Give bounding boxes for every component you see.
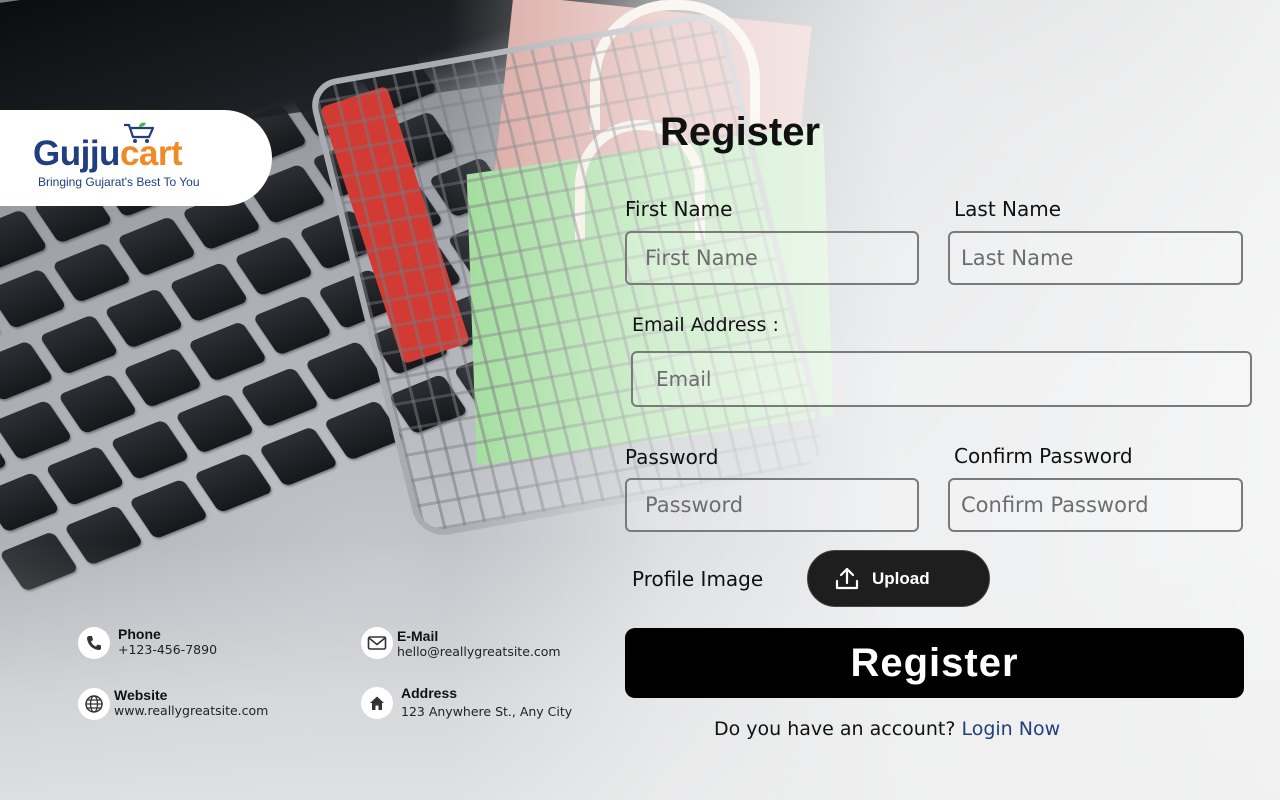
contact-website-value: www.reallygreatsite.com xyxy=(114,703,269,718)
first-name-input[interactable] xyxy=(625,231,919,285)
profile-image-label: Profile Image xyxy=(632,567,764,591)
password-label: Password xyxy=(625,445,719,469)
contact-email-title: E-Mail xyxy=(397,628,439,644)
upload-button-label: Upload xyxy=(872,568,930,588)
upload-button[interactable]: Upload xyxy=(807,550,990,607)
email-label: Email Address : xyxy=(632,314,779,336)
phone-icon xyxy=(78,627,110,659)
register-button[interactable]: Register xyxy=(625,628,1244,698)
contact-phone-value: +123-456-7890 xyxy=(118,642,218,657)
confirm-password-label: Confirm Password xyxy=(954,444,1133,468)
logo: Gujjucart xyxy=(33,134,183,174)
contact-address-title: Address xyxy=(401,685,458,701)
login-now-link[interactable]: Login Now xyxy=(961,718,1060,740)
page-title: Register xyxy=(660,110,821,154)
contact-address-value: 123 Anywhere St., Any City xyxy=(401,704,573,719)
password-input[interactable] xyxy=(625,478,919,532)
contact-website-title: Website xyxy=(114,687,168,703)
contact-phone-title: Phone xyxy=(118,626,161,642)
upload-icon xyxy=(835,567,859,589)
cart-icon xyxy=(124,122,155,143)
globe-icon xyxy=(78,688,110,720)
last-name-label: Last Name xyxy=(954,197,1062,221)
login-prompt-text: Do you have an account? xyxy=(714,718,956,740)
mail-icon xyxy=(361,627,393,659)
home-icon xyxy=(361,687,393,719)
first-name-label: First Name xyxy=(625,197,733,221)
logo-text-part1: Gujju xyxy=(33,134,120,173)
email-input[interactable] xyxy=(631,351,1252,407)
login-prompt: Do you have an account? Login Now xyxy=(714,718,1060,740)
confirm-password-input[interactable] xyxy=(948,478,1243,532)
logo-tagline: Bringing Gujarat's Best To You xyxy=(38,175,200,189)
contact-email-value: hello@reallygreatsite.com xyxy=(397,644,561,659)
last-name-input[interactable] xyxy=(948,231,1243,285)
